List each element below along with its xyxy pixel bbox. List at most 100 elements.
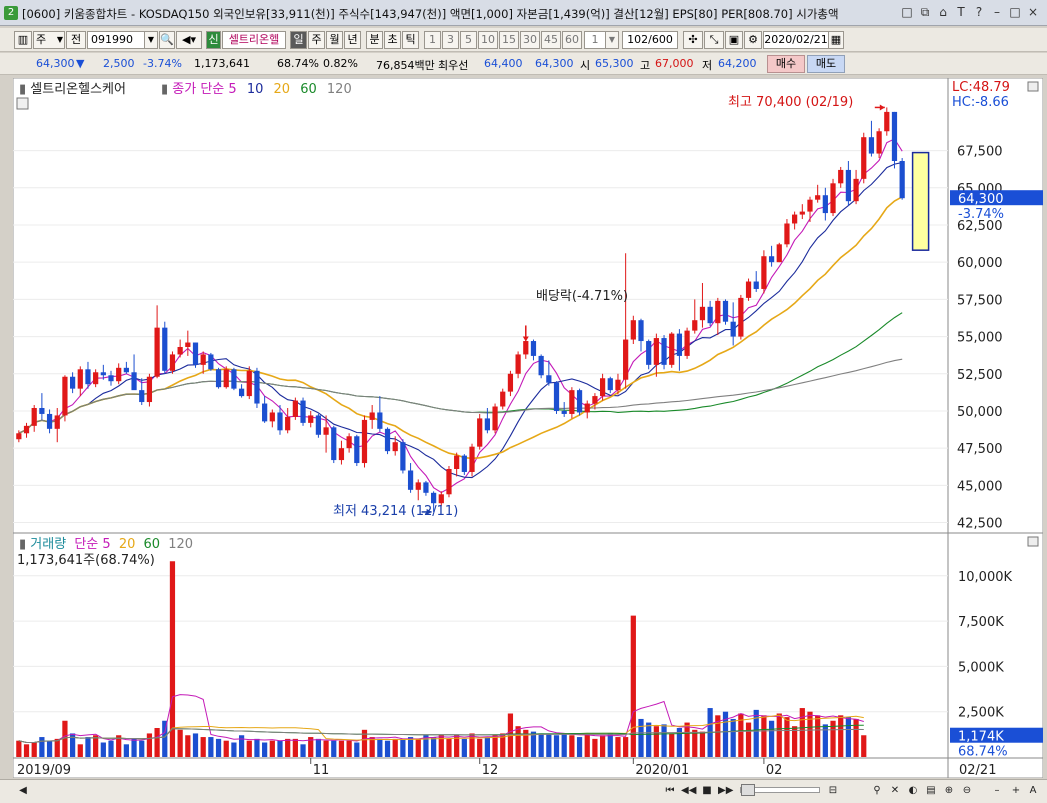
tab-second[interactable]: 초	[384, 31, 401, 49]
volume-bar	[553, 735, 560, 757]
candle-body	[692, 320, 698, 331]
close-button[interactable]: ×	[1025, 4, 1041, 20]
scroll-left-arrow-icon[interactable]: ◀	[16, 784, 30, 798]
candle-body	[154, 327, 160, 377]
current-price-label: 64,300	[958, 192, 1004, 207]
tab-minute[interactable]: 분	[366, 31, 383, 49]
candle-body	[845, 169, 852, 202]
volume-bar	[446, 738, 452, 757]
search-icon[interactable]: 🔍	[159, 31, 175, 49]
volume-panel-maximize-icon[interactable]	[1027, 536, 1039, 547]
candle-body	[415, 482, 421, 490]
sound-icon[interactable]: ◀▾	[176, 31, 202, 49]
volume-bar	[300, 744, 306, 757]
candle-body	[661, 338, 667, 365]
interval-45[interactable]: 45	[541, 31, 561, 49]
candle-body	[768, 256, 775, 263]
prev-button[interactable]: 전	[66, 31, 86, 49]
tab-day[interactable]: 일	[290, 31, 307, 49]
change-amount: 2,500	[103, 57, 135, 70]
stock-code-input[interactable]: 091990	[87, 31, 145, 49]
volume-bar	[100, 742, 106, 757]
x-tick-label-current: 02/21	[959, 763, 996, 778]
volume-bar	[623, 737, 629, 757]
candle-body	[438, 494, 444, 504]
interval-60[interactable]: 60	[562, 31, 582, 49]
home-icon[interactable]: ⌂	[935, 4, 951, 20]
trendline-icon[interactable]: ⤡	[704, 31, 724, 49]
candle-body	[116, 367, 122, 382]
interval-5[interactable]: 5	[460, 31, 477, 49]
link-icon[interactable]: ⊟	[826, 784, 840, 798]
screen-icon[interactable]: □	[899, 4, 915, 20]
candle-body	[607, 378, 613, 391]
volume-tick-label: 7,500K	[958, 615, 1004, 630]
candle-body	[776, 244, 782, 263]
interval-30[interactable]: 30	[520, 31, 540, 49]
candle-body	[39, 407, 45, 414]
interval-1[interactable]: 1	[424, 31, 441, 49]
buy-button[interactable]: 매수	[767, 55, 805, 73]
candle-body	[262, 403, 268, 422]
tab-tick[interactable]: 틱	[402, 31, 419, 49]
candle-body	[469, 446, 475, 472]
interval-15[interactable]: 15	[499, 31, 519, 49]
rewind-icon[interactable]: ◀◀	[681, 784, 696, 798]
tool-icon-6[interactable]: ⊖	[960, 784, 974, 798]
tab-year[interactable]: 년	[344, 31, 361, 49]
stock-chart[interactable]: 67,50065,00062,50060,00057,50055,00052,5…	[13, 78, 1043, 778]
tool-icon-5[interactable]: ⊕	[942, 784, 956, 798]
interval-10[interactable]: 10	[478, 31, 498, 49]
zoom-slider[interactable]	[740, 784, 820, 796]
tab-week[interactable]: 주	[308, 31, 325, 49]
volume-bar	[285, 738, 291, 757]
calendar-icon[interactable]: ▦	[828, 31, 844, 49]
tool-icon-3[interactable]: ◐	[906, 784, 920, 798]
change-percent: -3.74%	[143, 57, 182, 70]
zoom-in-button[interactable]: +	[1009, 784, 1023, 798]
volume-bar	[630, 615, 636, 757]
candle-body	[653, 338, 659, 365]
price-panel-maximize-icon[interactable]	[1027, 81, 1039, 92]
grid-toggle-icon[interactable]	[16, 97, 29, 110]
save-icon[interactable]: ▣	[725, 31, 743, 49]
tool-icon-1[interactable]: ⚲	[870, 784, 884, 798]
low-label: 저	[702, 59, 713, 72]
count-dropdown-icon[interactable]: ▼	[605, 31, 619, 49]
volume-bar	[822, 724, 828, 757]
text-icon[interactable]: T	[953, 4, 969, 20]
current-change-label: -3.74%	[958, 207, 1004, 222]
minimize-button[interactable]: –	[989, 4, 1005, 20]
range-input[interactable]: 102/600	[622, 31, 678, 49]
volume-bar	[515, 726, 521, 757]
layout-icon[interactable]: ▥	[14, 31, 32, 49]
zoom-slider-thumb[interactable]	[741, 784, 755, 796]
help-icon[interactable]: ?	[971, 4, 987, 20]
zoom-out-button[interactable]: –	[990, 784, 1004, 798]
stock-name[interactable]: 셀트리온헬	[222, 31, 286, 49]
sell-button[interactable]: 매도	[807, 55, 845, 73]
volume-bar	[185, 735, 191, 757]
volume-bar	[653, 726, 659, 757]
forward-icon[interactable]: ▶▶	[718, 784, 733, 798]
tab-month[interactable]: 월	[326, 31, 343, 49]
auto-scale-button[interactable]: A	[1026, 784, 1040, 798]
candle-body	[830, 183, 836, 214]
volume-bar	[93, 735, 99, 757]
date-input[interactable]: 2020/02/21	[763, 31, 829, 49]
volume-bar	[530, 731, 537, 757]
settings-icon[interactable]: ⚙	[744, 31, 762, 49]
code-dropdown-icon[interactable]: ▼	[144, 31, 158, 49]
cascade-icon[interactable]: ⧉	[917, 4, 933, 20]
crosshair-icon[interactable]: ✣	[683, 31, 703, 49]
interval-3[interactable]: 3	[442, 31, 459, 49]
count-input[interactable]: 1	[584, 31, 606, 49]
maximize-button[interactable]: □	[1007, 4, 1023, 20]
candle-body	[722, 300, 729, 322]
tool-icon-4[interactable]: ▤	[924, 784, 938, 798]
stop-icon[interactable]: ■	[700, 784, 714, 798]
tool-icon-2[interactable]: ✕	[888, 784, 902, 798]
first-page-icon[interactable]: ⏮	[663, 784, 677, 798]
period-select[interactable]: 주 ▼	[33, 31, 65, 49]
candle-body	[177, 346, 183, 355]
